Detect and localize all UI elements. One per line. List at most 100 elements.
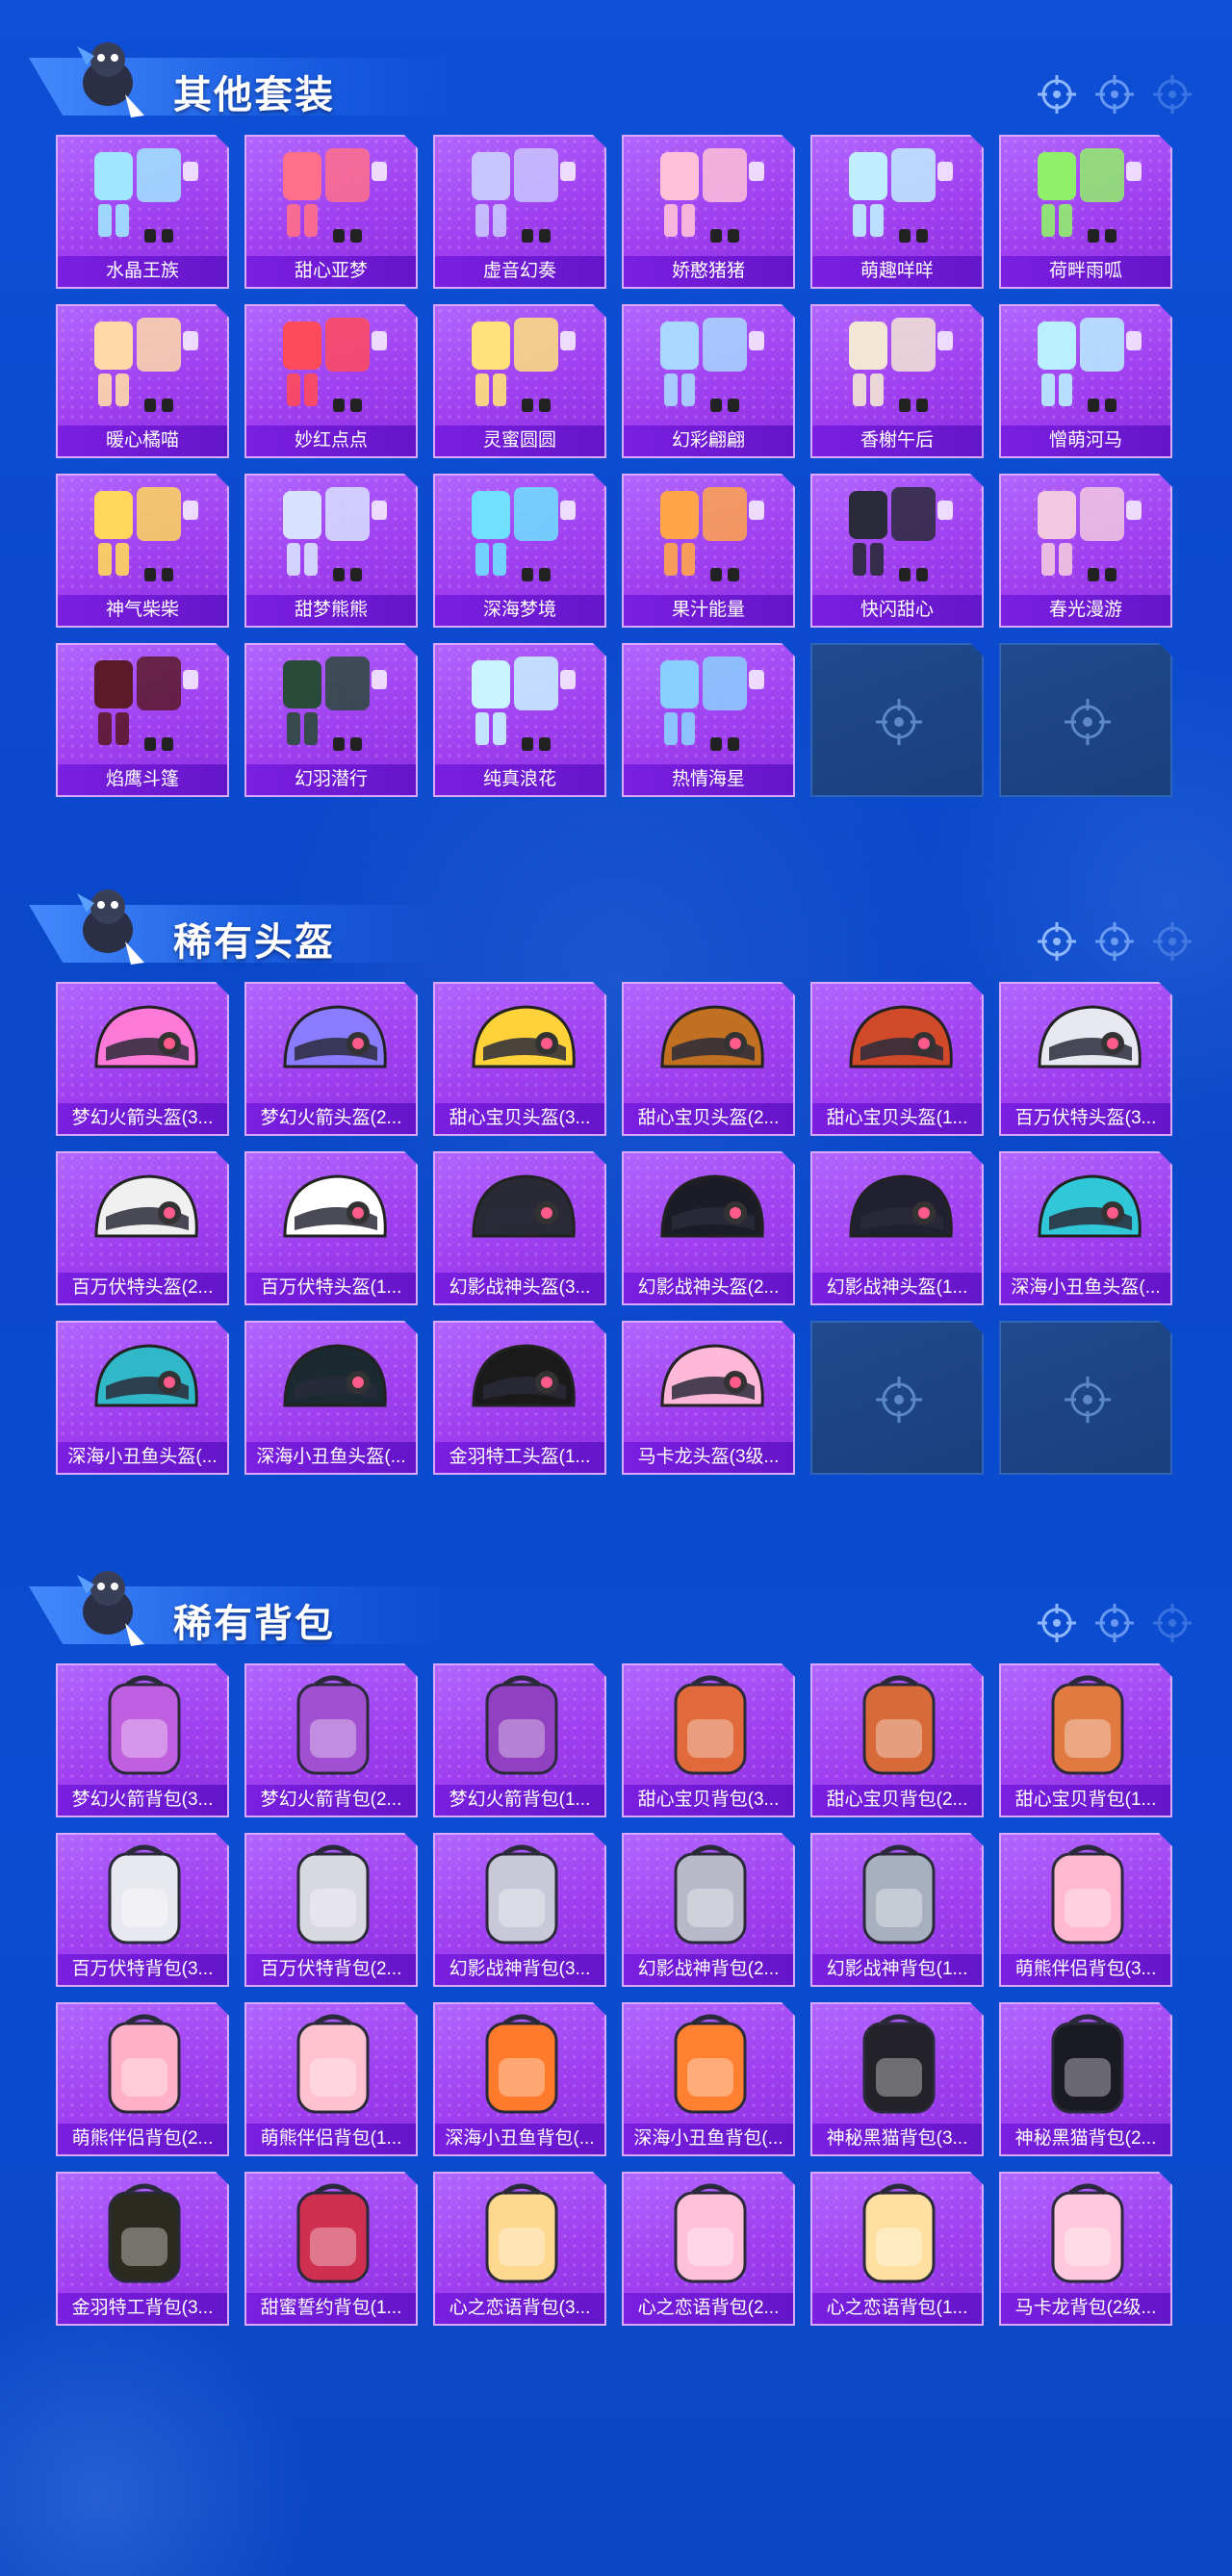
item-tile[interactable]: 深海小丑鱼头盔(... xyxy=(56,1321,229,1475)
item-tile[interactable]: 快闪甜心 xyxy=(810,474,984,628)
item-tile[interactable]: 深海小丑鱼背包(... xyxy=(433,2002,606,2156)
item-tile[interactable]: 金羽特工背包(3... xyxy=(56,2172,229,2326)
item-tile[interactable]: 萌熊伴侣背包(1... xyxy=(244,2002,418,2156)
item-tile[interactable]: 深海小丑鱼头盔(... xyxy=(244,1321,418,1475)
helmet-icon xyxy=(643,990,778,1099)
item-tile[interactable]: 妙红点点 xyxy=(244,304,418,458)
backpack-icon xyxy=(77,1671,212,1781)
item-tile[interactable]: 幻影战神背包(1... xyxy=(810,1833,984,1987)
item-tile[interactable]: 梦幻火箭头盔(2... xyxy=(244,982,418,1136)
item-label: 香榭午后 xyxy=(812,425,982,456)
item-tile[interactable]: 甜心宝贝背包(3... xyxy=(622,1663,795,1817)
item-tile[interactable]: 深海梦境 xyxy=(433,474,606,628)
item-tile[interactable]: 百万伏特头盔(1... xyxy=(244,1151,418,1305)
item-tile[interactable]: 梦幻火箭背包(1... xyxy=(433,1663,606,1817)
helmet-icon xyxy=(1020,990,1155,1099)
helmet-icon xyxy=(643,1159,778,1269)
item-label: 热情海星 xyxy=(624,764,793,795)
helmet-icon xyxy=(832,990,966,1099)
item-label: 甜梦熊熊 xyxy=(246,595,416,626)
item-label: 百万伏特头盔(1... xyxy=(246,1273,416,1303)
item-tile[interactable]: 心之恋语背包(2... xyxy=(622,2172,795,2326)
item-tile[interactable]: 甜心宝贝头盔(3... xyxy=(433,982,606,1136)
item-tile[interactable]: 神秘黑猫背包(3... xyxy=(810,2002,984,2156)
item-tile[interactable]: 幻彩翩翩 xyxy=(622,304,795,458)
item-tile[interactable]: 甜心宝贝背包(1... xyxy=(999,1663,1172,1817)
backpack-icon xyxy=(77,1841,212,1950)
item-tile[interactable]: 深海小丑鱼头盔(... xyxy=(999,1151,1172,1305)
backpack-icon xyxy=(77,2179,212,2289)
item-tile[interactable]: 百万伏特头盔(2... xyxy=(56,1151,229,1305)
item-tile[interactable]: 幻影战神背包(3... xyxy=(433,1833,606,1987)
item-tile[interactable]: 马卡龙背包(2级... xyxy=(999,2172,1172,2326)
item-tile[interactable]: 甜心宝贝头盔(1... xyxy=(810,982,984,1136)
item-tile[interactable]: 萌趣咩咩 xyxy=(810,135,984,289)
item-tile[interactable]: 甜心亚梦 xyxy=(244,135,418,289)
item-tile[interactable]: 心之恋语背包(1... xyxy=(810,2172,984,2326)
item-tile[interactable]: 暖心橘喵 xyxy=(56,304,229,458)
item-tile[interactable]: 百万伏特头盔(3... xyxy=(999,982,1172,1136)
item-label: 甜心宝贝头盔(3... xyxy=(435,1103,604,1134)
item-label: 金羽特工背包(3... xyxy=(58,2293,227,2324)
backpack-icon xyxy=(1020,2010,1155,2120)
item-tile[interactable]: 水晶王族 xyxy=(56,135,229,289)
item-tile[interactable]: 神秘黑猫背包(2... xyxy=(999,2002,1172,2156)
backpack-icon xyxy=(266,2179,400,2289)
item-tile[interactable]: 深海小丑鱼背包(... xyxy=(622,2002,795,2156)
item-tile[interactable]: 娇憨猪猪 xyxy=(622,135,795,289)
item-tile[interactable]: 甜心宝贝背包(2... xyxy=(810,1663,984,1817)
item-tile[interactable]: 梦幻火箭背包(3... xyxy=(56,1663,229,1817)
outfit-icon xyxy=(77,651,212,760)
item-tile[interactable]: 甜梦熊熊 xyxy=(244,474,418,628)
item-tile[interactable]: 心之恋语背包(3... xyxy=(433,2172,606,2326)
item-label: 梦幻火箭背包(3... xyxy=(58,1785,227,1816)
item-tile[interactable]: 荷畔雨呱 xyxy=(999,135,1172,289)
item-tile[interactable]: 甜心宝贝头盔(2... xyxy=(622,982,795,1136)
item-label: 甜心宝贝头盔(2... xyxy=(624,1103,793,1134)
item-label: 心之恋语背包(2... xyxy=(624,2293,793,2324)
item-tile[interactable]: 萌熊伴侣背包(2... xyxy=(56,2002,229,2156)
item-tile[interactable]: 果汁能量 xyxy=(622,474,795,628)
helmet-icon xyxy=(832,1159,966,1269)
item-tile[interactable]: 灵蜜圆圆 xyxy=(433,304,606,458)
backpack-icon xyxy=(832,2010,966,2120)
item-tile[interactable]: 幻羽潜行 xyxy=(244,643,418,797)
crosshair-icon xyxy=(874,1375,924,1425)
item-label: 焰鹰斗篷 xyxy=(58,764,227,795)
backpack-icon xyxy=(643,2010,778,2120)
outfit-icon xyxy=(454,312,589,422)
item-label: 梦幻火箭头盔(3... xyxy=(58,1103,227,1134)
item-tile[interactable]: 幻影战神背包(2... xyxy=(622,1833,795,1987)
item-tile[interactable]: 纯真浪花 xyxy=(433,643,606,797)
outfit-icon xyxy=(1020,312,1155,422)
outfit-icon xyxy=(77,481,212,591)
item-tile[interactable]: 香榭午后 xyxy=(810,304,984,458)
outfit-icon xyxy=(832,481,966,591)
item-tile[interactable]: 春光漫游 xyxy=(999,474,1172,628)
item-tile[interactable]: 幻影战神头盔(1... xyxy=(810,1151,984,1305)
item-label: 幻影战神背包(2... xyxy=(624,1954,793,1985)
item-tile[interactable]: 百万伏特背包(2... xyxy=(244,1833,418,1987)
item-tile[interactable]: 神气柴柴 xyxy=(56,474,229,628)
item-tile[interactable]: 憎萌河马 xyxy=(999,304,1172,458)
item-label: 春光漫游 xyxy=(1001,595,1170,626)
item-tile[interactable]: 幻影战神头盔(3... xyxy=(433,1151,606,1305)
item-tile[interactable]: 甜蜜誓约背包(1... xyxy=(244,2172,418,2326)
item-tile[interactable]: 梦幻火箭头盔(3... xyxy=(56,982,229,1136)
item-tile[interactable]: 百万伏特背包(3... xyxy=(56,1833,229,1987)
item-tile[interactable]: 热情海星 xyxy=(622,643,795,797)
item-tile[interactable]: 金羽特工头盔(1... xyxy=(433,1321,606,1475)
crosshair-icon xyxy=(1095,1604,1134,1642)
outfit-icon xyxy=(643,481,778,591)
item-tile[interactable]: 焰鹰斗篷 xyxy=(56,643,229,797)
helmet-icon xyxy=(1020,1159,1155,1269)
item-tile[interactable]: 虚音幻奏 xyxy=(433,135,606,289)
item-tile[interactable]: 萌熊伴侣背包(3... xyxy=(999,1833,1172,1987)
backpack-icon xyxy=(454,2179,589,2289)
section-title: 稀有背包 xyxy=(173,1603,335,1645)
item-tile[interactable]: 马卡龙头盔(3级... xyxy=(622,1321,795,1475)
item-tile[interactable]: 梦幻火箭背包(2... xyxy=(244,1663,418,1817)
item-label: 梦幻火箭背包(1... xyxy=(435,1785,604,1816)
item-tile[interactable]: 幻影战神头盔(2... xyxy=(622,1151,795,1305)
helmet-icon xyxy=(454,990,589,1099)
